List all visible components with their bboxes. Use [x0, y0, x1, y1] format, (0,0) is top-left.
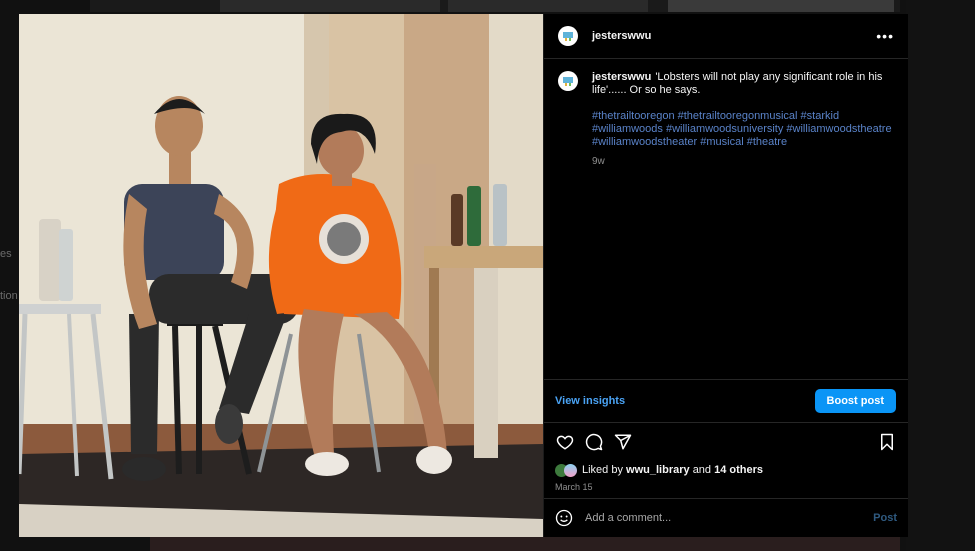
background-thumbnail-strip-bottom — [150, 537, 900, 551]
paper-plane-icon[interactable] — [613, 432, 633, 452]
post-details-panel: jesterswwu ••• jesterswwu 'Lobsters will … — [543, 14, 908, 537]
liker-avatar[interactable] — [564, 463, 577, 477]
caption-username[interactable]: jesterswwu — [592, 71, 651, 83]
theater-logo-icon[interactable] — [558, 26, 578, 46]
comment-bubble-icon[interactable] — [584, 432, 604, 452]
caption-text-line: jesterswwu 'Lobsters will not play any si… — [592, 71, 894, 97]
hashtag-link[interactable]: #williamwoods — [592, 123, 663, 135]
caption-body: jesterswwu 'Lobsters will not play any si… — [592, 71, 894, 168]
smiley-icon-graphic — [555, 509, 573, 527]
hashtag-link[interactable]: #theatre — [747, 136, 787, 148]
likes-and: and — [692, 464, 712, 476]
paper-plane-icon-graphic — [614, 434, 632, 450]
post-author-username[interactable]: jesterswwu — [592, 30, 651, 42]
hashtag-link[interactable]: #starkid — [801, 110, 840, 122]
hashtag-link[interactable]: #williamwoodstheatre — [786, 123, 891, 135]
bookmark-icon[interactable] — [877, 432, 897, 452]
hashtag-list: #thetrailtooregon #thetrailtooregonmusic… — [592, 110, 894, 149]
theater-logo-icon[interactable] — [558, 71, 578, 91]
hashtag-link[interactable]: #williamwoodstheater — [592, 136, 697, 148]
theater-logo-graphic — [563, 77, 573, 86]
theater-logo-graphic — [563, 32, 573, 41]
likes-summary: Liked by wwu_library and 14 others — [544, 461, 908, 479]
heart-icon-graphic — [556, 435, 574, 450]
post-photo[interactable] — [19, 14, 543, 537]
hashtag-link[interactable]: #thetrailtooregon — [592, 110, 675, 122]
caption-row: jesterswwu 'Lobsters will not play any si… — [558, 71, 894, 168]
background-nav-text: tion — [0, 290, 18, 302]
bookmark-icon-graphic — [881, 433, 893, 451]
post-date: March 15 — [555, 482, 593, 492]
likes-text: Liked by wwu_library and 14 others — [582, 464, 763, 476]
background-thumbnail — [220, 0, 440, 12]
smiley-icon[interactable] — [555, 509, 573, 527]
background-thumbnail — [668, 0, 894, 12]
hashtag-link[interactable]: #thetrailtooregonmusical — [678, 110, 798, 122]
post-header: jesterswwu ••• — [544, 14, 908, 59]
post-comment-button[interactable]: Post — [873, 512, 897, 524]
background-thumbnail — [448, 0, 648, 12]
likes-prefix: Liked by — [582, 464, 623, 476]
hashtag-link[interactable]: #williamwoodsuniversity — [666, 123, 783, 135]
background-thumbnail-strip — [90, 0, 900, 12]
boost-post-button[interactable]: Boost post — [814, 389, 896, 413]
post-photo-illustration — [19, 14, 543, 537]
liked-by-username[interactable]: wwu_library — [626, 464, 690, 476]
comment-composer: Add a comment... Post — [544, 498, 908, 537]
more-options-icon[interactable]: ••• — [876, 28, 894, 44]
comment-input[interactable]: Add a comment... — [585, 512, 873, 524]
caption-section: jesterswwu 'Lobsters will not play any si… — [544, 59, 908, 379]
insights-bar: View insights Boost post — [544, 379, 908, 423]
view-insights-link[interactable]: View insights — [555, 395, 625, 407]
comment-bubble-icon-graphic — [585, 433, 603, 451]
hashtag-link[interactable]: #musical — [700, 136, 743, 148]
background-right-gutter — [906, 0, 975, 551]
background-nav-text: es — [0, 248, 12, 260]
likes-others-link[interactable]: 14 others — [714, 464, 763, 476]
post-age[interactable]: 9w — [592, 155, 894, 168]
heart-icon[interactable] — [555, 432, 575, 452]
post-actions-bar — [544, 423, 908, 461]
